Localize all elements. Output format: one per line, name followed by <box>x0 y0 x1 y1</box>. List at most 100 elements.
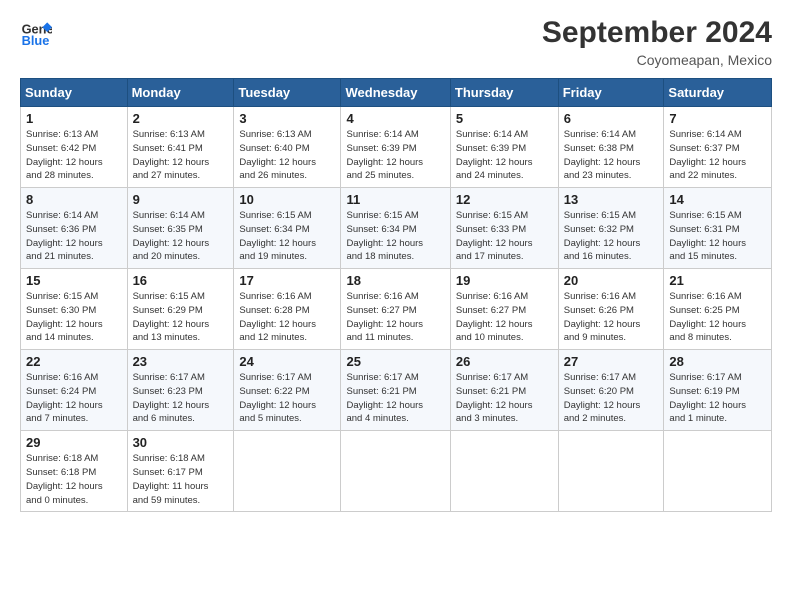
day-number: 24 <box>239 354 335 369</box>
calendar-cell: 5Sunrise: 6:14 AM Sunset: 6:39 PM Daylig… <box>450 107 558 188</box>
calendar-cell <box>341 431 450 512</box>
day-number: 25 <box>346 354 444 369</box>
calendar-cell: 9 Sunrise: 6:14 AM Sunset: 6:35 PM Daylig… <box>127 188 234 269</box>
calendar-cell: 16Sunrise: 6:15 AM Sunset: 6:29 PM Dayli… <box>127 269 234 350</box>
calendar-cell: 17Sunrise: 6:16 AM Sunset: 6:28 PM Dayli… <box>234 269 341 350</box>
day-number: 30 <box>133 435 229 450</box>
day-number: 17 <box>239 273 335 288</box>
calendar-week-2: 8 Sunrise: 6:14 AM Sunset: 6:36 PM Daylig… <box>21 188 772 269</box>
calendar-cell: 3Sunrise: 6:13 AM Sunset: 6:40 PM Daylig… <box>234 107 341 188</box>
day-info: Sunrise: 6:14 AM Sunset: 6:36 PM Dayligh… <box>26 209 122 264</box>
day-info: Sunrise: 6:15 AM Sunset: 6:33 PM Dayligh… <box>456 209 553 264</box>
day-number: 6 <box>564 111 659 126</box>
page: General Blue September 2024 Coyomeapan, … <box>0 0 792 524</box>
day-number: 18 <box>346 273 444 288</box>
day-info: Sunrise: 6:16 AM Sunset: 6:27 PM Dayligh… <box>456 290 553 345</box>
day-number: 4 <box>346 111 444 126</box>
day-info: Sunrise: 6:13 AM Sunset: 6:40 PM Dayligh… <box>239 128 335 183</box>
calendar-cell: 25 Sunrise: 6:17 AM Sunset: 6:21 PM Dayli… <box>341 350 450 431</box>
calendar-cell: 7 Sunrise: 6:14 AM Sunset: 6:37 PM Daylig… <box>664 107 772 188</box>
day-number: 28 <box>669 354 766 369</box>
calendar-week-1: 1 Sunrise: 6:13 AM Sunset: 6:42 PM Daylig… <box>21 107 772 188</box>
calendar-cell: 6Sunrise: 6:14 AM Sunset: 6:38 PM Daylig… <box>558 107 664 188</box>
day-info: Sunrise: 6:17 AM Sunset: 6:23 PM Dayligh… <box>133 371 229 426</box>
day-info: Sunrise: 6:15 AM Sunset: 6:34 PM Dayligh… <box>239 209 335 264</box>
calendar-cell: 21Sunrise: 6:16 AM Sunset: 6:25 PM Dayli… <box>664 269 772 350</box>
day-number: 23 <box>133 354 229 369</box>
col-saturday: Saturday <box>664 79 772 107</box>
day-info: Sunrise: 6:16 AM Sunset: 6:26 PM Dayligh… <box>564 290 659 345</box>
day-number: 10 <box>239 192 335 207</box>
day-info: Sunrise: 6:16 AM Sunset: 6:24 PM Dayligh… <box>26 371 122 426</box>
day-info: Sunrise: 6:18 AM Sunset: 6:18 PM Dayligh… <box>26 452 122 507</box>
calendar-cell: 10 Sunrise: 6:15 AM Sunset: 6:34 PM Dayli… <box>234 188 341 269</box>
day-number: 14 <box>669 192 766 207</box>
day-info: Sunrise: 6:17 AM Sunset: 6:22 PM Dayligh… <box>239 371 335 426</box>
day-number: 15 <box>26 273 122 288</box>
title-block: September 2024 Coyomeapan, Mexico <box>542 16 772 68</box>
calendar-cell: 30 Sunrise: 6:18 AM Sunset: 6:17 PM Dayli… <box>127 431 234 512</box>
day-info: Sunrise: 6:15 AM Sunset: 6:31 PM Dayligh… <box>669 209 766 264</box>
col-sunday: Sunday <box>21 79 128 107</box>
calendar-cell: 2 Sunrise: 6:13 AM Sunset: 6:41 PM Daylig… <box>127 107 234 188</box>
day-info: Sunrise: 6:15 AM Sunset: 6:29 PM Dayligh… <box>133 290 229 345</box>
header: General Blue September 2024 Coyomeapan, … <box>20 16 772 68</box>
calendar-week-4: 22 Sunrise: 6:16 AM Sunset: 6:24 PM Dayli… <box>21 350 772 431</box>
day-info: Sunrise: 6:16 AM Sunset: 6:27 PM Dayligh… <box>346 290 444 345</box>
day-number: 8 <box>26 192 122 207</box>
calendar-cell <box>664 431 772 512</box>
day-number: 20 <box>564 273 659 288</box>
day-number: 29 <box>26 435 122 450</box>
calendar-cell: 11 Sunrise: 6:15 AM Sunset: 6:34 PM Dayli… <box>341 188 450 269</box>
calendar-cell: 27 Sunrise: 6:17 AM Sunset: 6:20 PM Dayli… <box>558 350 664 431</box>
day-info: Sunrise: 6:13 AM Sunset: 6:41 PM Dayligh… <box>133 128 229 183</box>
day-info: Sunrise: 6:14 AM Sunset: 6:35 PM Dayligh… <box>133 209 229 264</box>
day-info: Sunrise: 6:15 AM Sunset: 6:32 PM Dayligh… <box>564 209 659 264</box>
calendar-week-3: 15Sunrise: 6:15 AM Sunset: 6:30 PM Dayli… <box>21 269 772 350</box>
svg-text:Blue: Blue <box>22 33 50 48</box>
day-info: Sunrise: 6:13 AM Sunset: 6:42 PM Dayligh… <box>26 128 122 183</box>
calendar-cell: 20 Sunrise: 6:16 AM Sunset: 6:26 PM Dayli… <box>558 269 664 350</box>
day-info: Sunrise: 6:14 AM Sunset: 6:39 PM Dayligh… <box>346 128 444 183</box>
day-info: Sunrise: 6:14 AM Sunset: 6:37 PM Dayligh… <box>669 128 766 183</box>
calendar-cell: 15Sunrise: 6:15 AM Sunset: 6:30 PM Dayli… <box>21 269 128 350</box>
month-year-title: September 2024 <box>542 16 772 50</box>
location-subtitle: Coyomeapan, Mexico <box>542 52 772 68</box>
calendar-cell: 18 Sunrise: 6:16 AM Sunset: 6:27 PM Dayli… <box>341 269 450 350</box>
col-monday: Monday <box>127 79 234 107</box>
day-info: Sunrise: 6:15 AM Sunset: 6:34 PM Dayligh… <box>346 209 444 264</box>
calendar-cell: 4 Sunrise: 6:14 AM Sunset: 6:39 PM Daylig… <box>341 107 450 188</box>
calendar-cell: 22 Sunrise: 6:16 AM Sunset: 6:24 PM Dayli… <box>21 350 128 431</box>
logo-icon: General Blue <box>20 16 52 48</box>
day-info: Sunrise: 6:17 AM Sunset: 6:21 PM Dayligh… <box>456 371 553 426</box>
calendar-cell: 29 Sunrise: 6:18 AM Sunset: 6:18 PM Dayli… <box>21 431 128 512</box>
day-number: 21 <box>669 273 766 288</box>
calendar-cell: 1 Sunrise: 6:13 AM Sunset: 6:42 PM Daylig… <box>21 107 128 188</box>
calendar-table: Sunday Monday Tuesday Wednesday Thursday… <box>20 78 772 512</box>
calendar-cell <box>234 431 341 512</box>
day-number: 19 <box>456 273 553 288</box>
day-number: 2 <box>133 111 229 126</box>
day-number: 11 <box>346 192 444 207</box>
col-tuesday: Tuesday <box>234 79 341 107</box>
day-number: 7 <box>669 111 766 126</box>
day-info: Sunrise: 6:18 AM Sunset: 6:17 PM Dayligh… <box>133 452 229 507</box>
day-number: 1 <box>26 111 122 126</box>
calendar-cell: 12 Sunrise: 6:15 AM Sunset: 6:33 PM Dayli… <box>450 188 558 269</box>
calendar-cell: 8 Sunrise: 6:14 AM Sunset: 6:36 PM Daylig… <box>21 188 128 269</box>
day-info: Sunrise: 6:17 AM Sunset: 6:19 PM Dayligh… <box>669 371 766 426</box>
day-number: 9 <box>133 192 229 207</box>
day-number: 27 <box>564 354 659 369</box>
calendar-cell: 19 Sunrise: 6:16 AM Sunset: 6:27 PM Dayli… <box>450 269 558 350</box>
calendar-cell: 24 Sunrise: 6:17 AM Sunset: 6:22 PM Dayli… <box>234 350 341 431</box>
day-info: Sunrise: 6:14 AM Sunset: 6:39 PM Dayligh… <box>456 128 553 183</box>
day-number: 12 <box>456 192 553 207</box>
day-info: Sunrise: 6:17 AM Sunset: 6:21 PM Dayligh… <box>346 371 444 426</box>
calendar-cell: 23 Sunrise: 6:17 AM Sunset: 6:23 PM Dayli… <box>127 350 234 431</box>
col-thursday: Thursday <box>450 79 558 107</box>
day-info: Sunrise: 6:17 AM Sunset: 6:20 PM Dayligh… <box>564 371 659 426</box>
calendar-cell: 13Sunrise: 6:15 AM Sunset: 6:32 PM Dayli… <box>558 188 664 269</box>
day-number: 22 <box>26 354 122 369</box>
calendar-cell: 28 Sunrise: 6:17 AM Sunset: 6:19 PM Dayli… <box>664 350 772 431</box>
calendar-week-5: 29 Sunrise: 6:18 AM Sunset: 6:18 PM Dayli… <box>21 431 772 512</box>
